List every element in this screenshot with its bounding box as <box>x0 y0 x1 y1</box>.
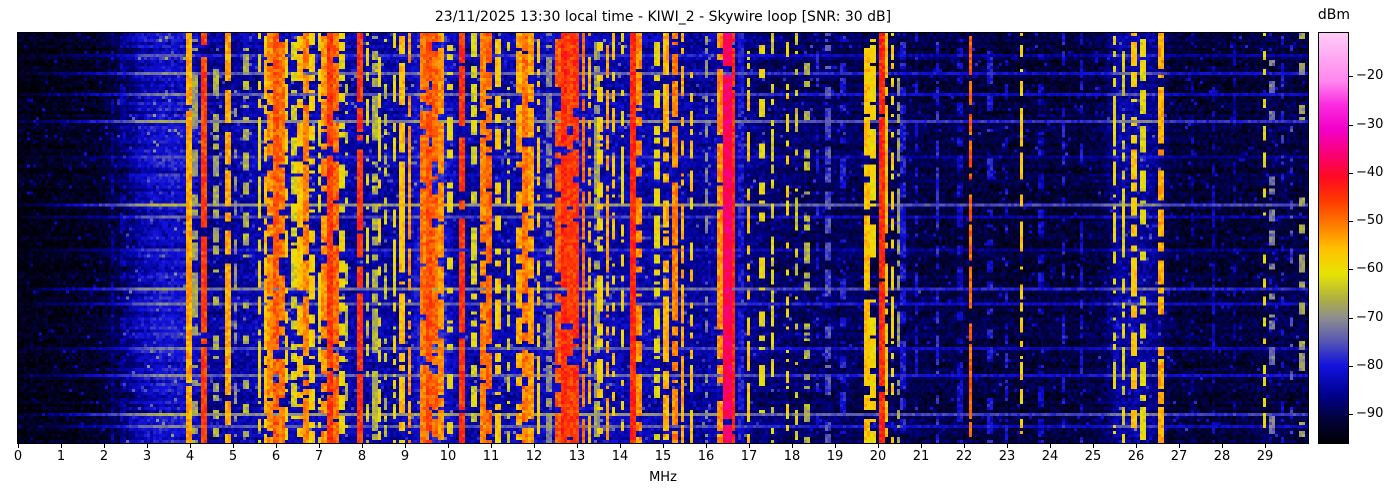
x-tick-mark <box>276 444 277 448</box>
x-tick-mark <box>1050 444 1051 448</box>
x-tick-mark <box>405 444 406 448</box>
x-tick-label: 8 <box>357 449 367 464</box>
x-tick-mark <box>147 444 148 448</box>
x-tick-mark <box>835 444 836 448</box>
x-tick-mark <box>1007 444 1008 448</box>
x-tick-label: 10 <box>439 449 457 464</box>
colorbar-tick-mark <box>1349 317 1353 319</box>
spectrogram-figure: 23/11/2025 13:30 local time - KIWI_2 - S… <box>0 0 1400 500</box>
x-tick-mark <box>577 444 578 448</box>
x-tick-label: 17 <box>740 449 758 464</box>
x-tick-mark <box>233 444 234 448</box>
x-tick-mark <box>1136 444 1137 448</box>
x-tick-label: 21 <box>912 449 930 464</box>
x-tick-mark <box>319 444 320 448</box>
x-tick-label: 7 <box>314 449 324 464</box>
colorbar-tick-mark <box>1349 172 1353 174</box>
colorbar-tick-mark <box>1349 414 1353 416</box>
x-tick-mark <box>104 444 105 448</box>
x-tick-label: 29 <box>1256 449 1274 464</box>
x-tick-label: 4 <box>185 449 195 464</box>
colorbar-tick-mark <box>1349 124 1353 126</box>
colorbar-tick-label: −40 <box>1356 164 1384 180</box>
x-tick-mark <box>1179 444 1180 448</box>
x-tick-label: 26 <box>1127 449 1145 464</box>
x-tick-mark <box>534 444 535 448</box>
colorbar-tick-mark <box>1349 221 1353 223</box>
x-tick-label: 2 <box>99 449 109 464</box>
x-tick-label: 20 <box>869 449 887 464</box>
x-tick-mark <box>362 444 363 448</box>
plot-title: 23/11/2025 13:30 local time - KIWI_2 - S… <box>434 9 892 25</box>
x-tick-label: 13 <box>568 449 586 464</box>
x-tick-label: 11 <box>482 449 500 464</box>
x-tick-mark <box>878 444 879 448</box>
x-tick-mark <box>921 444 922 448</box>
colorbar-tick-label: −50 <box>1356 213 1384 229</box>
spectrogram-canvas <box>18 33 1308 443</box>
x-tick-label: 19 <box>826 449 844 464</box>
colorbar-tick-mark <box>1349 76 1353 78</box>
x-tick-mark <box>706 444 707 448</box>
x-tick-label: 14 <box>611 449 629 464</box>
x-tick-label: 28 <box>1213 449 1231 464</box>
colorbar <box>1318 32 1349 444</box>
x-tick-mark <box>1093 444 1094 448</box>
colorbar-tick-label: −80 <box>1356 357 1384 373</box>
x-tick-mark <box>964 444 965 448</box>
x-tick-label: 9 <box>400 449 410 464</box>
colorbar-tick-label: −90 <box>1356 406 1384 422</box>
x-tick-mark <box>190 444 191 448</box>
x-tick-mark <box>61 444 62 448</box>
x-tick-label: 15 <box>654 449 672 464</box>
x-tick-label: 25 <box>1084 449 1102 464</box>
colorbar-tick-mark <box>1349 269 1353 271</box>
colorbar-axis: −20 −30 −40 −50 −60 −70 −80 −90 <box>1349 33 1393 443</box>
colorbar-title: dBm <box>1317 7 1351 23</box>
x-tick-mark <box>1265 444 1266 448</box>
x-tick-label: 12 <box>525 449 543 464</box>
x-tick-mark <box>663 444 664 448</box>
x-tick-mark <box>18 444 19 448</box>
colorbar-tick-label: −60 <box>1356 261 1384 277</box>
x-tick-label: 6 <box>271 449 281 464</box>
colorbar-tick-label: −20 <box>1356 68 1384 84</box>
waterfall-plot-area <box>17 32 1309 444</box>
colorbar-tick-label: −30 <box>1356 116 1384 132</box>
x-tick-mark <box>1222 444 1223 448</box>
x-tick-mark <box>620 444 621 448</box>
x-tick-label: 3 <box>142 449 152 464</box>
x-tick-label: 18 <box>783 449 801 464</box>
x-tick-label: 27 <box>1170 449 1188 464</box>
x-axis-label: MHz <box>649 470 677 485</box>
x-tick-label: 22 <box>955 449 973 464</box>
x-tick-label: 24 <box>1041 449 1059 464</box>
x-tick-mark <box>448 444 449 448</box>
colorbar-tick-label: −70 <box>1356 309 1384 325</box>
x-tick-mark <box>792 444 793 448</box>
x-tick-mark <box>491 444 492 448</box>
x-tick-mark <box>749 444 750 448</box>
x-tick-label: 1 <box>56 449 66 464</box>
x-tick-label: 16 <box>697 449 715 464</box>
x-tick-label: 0 <box>13 449 23 464</box>
colorbar-tick-mark <box>1349 365 1353 367</box>
x-tick-label: 5 <box>228 449 238 464</box>
x-tick-label: 23 <box>998 449 1016 464</box>
